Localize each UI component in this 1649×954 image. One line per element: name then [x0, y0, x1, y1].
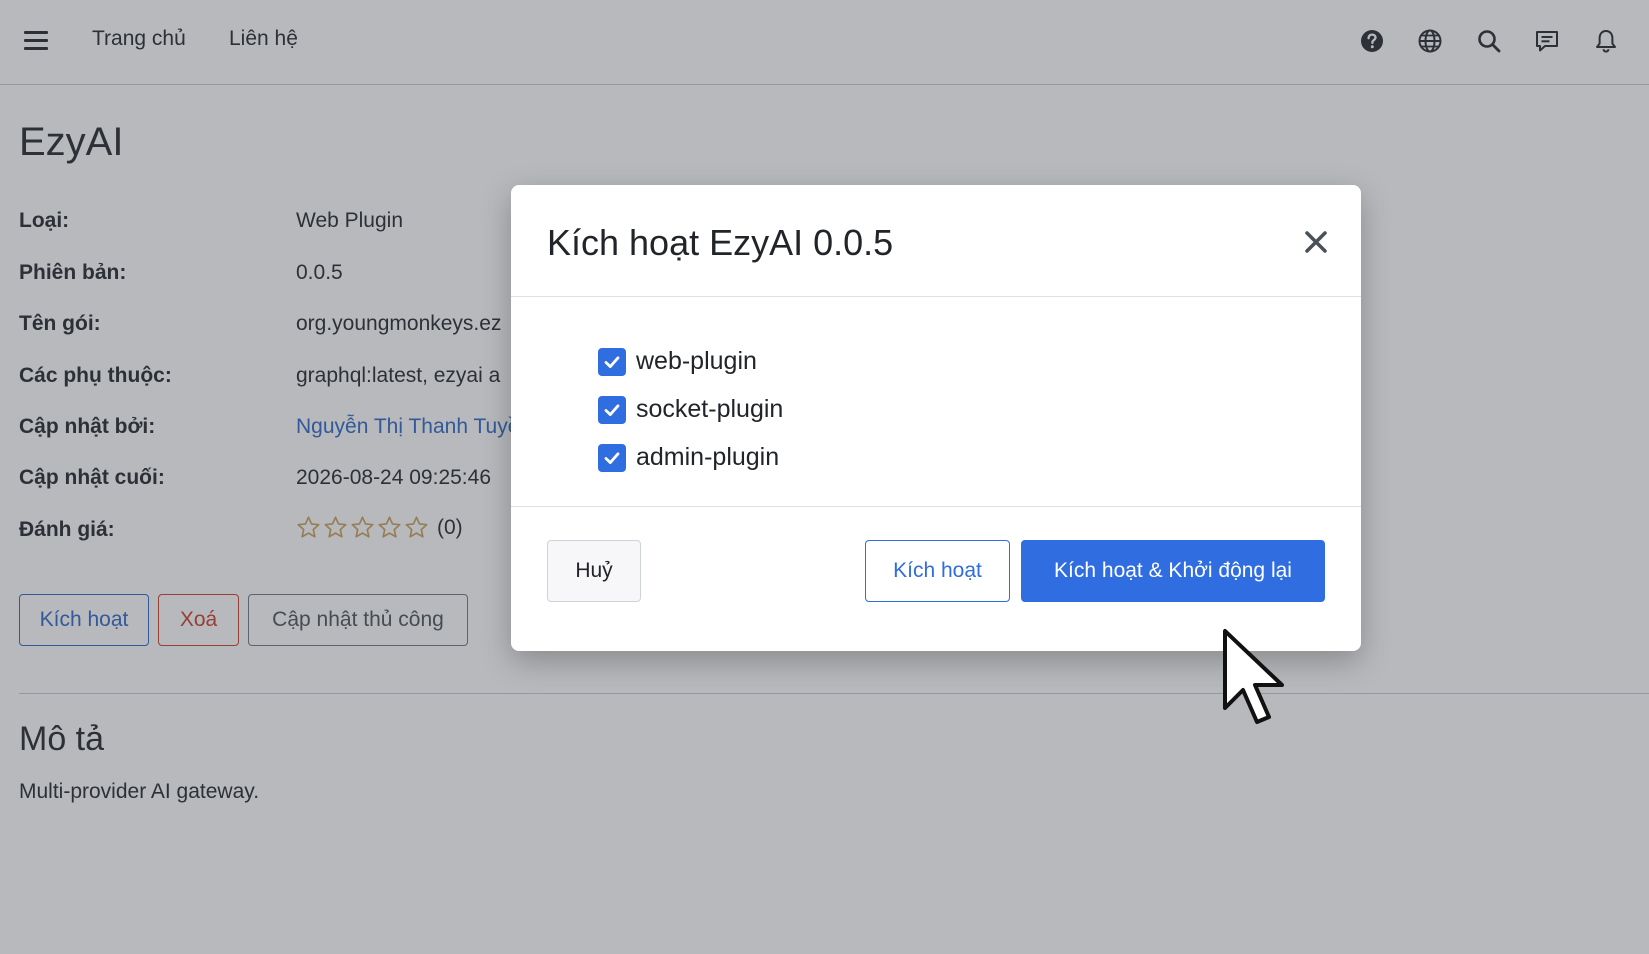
- modal-body: web-plugin socket-plugin admin-plugin: [511, 297, 1361, 507]
- option-admin-plugin[interactable]: admin-plugin: [598, 443, 779, 472]
- activate-restart-button[interactable]: Kích hoạt & Khởi động lại: [1021, 540, 1325, 602]
- checkbox-web-plugin[interactable]: [598, 347, 626, 376]
- mouse-cursor-icon: [1223, 629, 1284, 724]
- modal-header: Kích hoạt EzyAI 0.0.5: [511, 185, 1361, 297]
- checkbox-socket-plugin[interactable]: [598, 395, 626, 424]
- activate-modal: Kích hoạt EzyAI 0.0.5 web-plugin socket-…: [511, 185, 1361, 651]
- close-icon[interactable]: [1301, 227, 1331, 257]
- option-label: admin-plugin: [636, 443, 780, 471]
- modal-title: Kích hoạt EzyAI 0.0.5: [547, 222, 894, 263]
- option-label: web-plugin: [636, 347, 757, 375]
- option-label: socket-plugin: [636, 395, 784, 423]
- option-web-plugin[interactable]: web-plugin: [598, 347, 757, 376]
- modal-activate-button[interactable]: Kích hoạt: [865, 540, 1010, 602]
- option-socket-plugin[interactable]: socket-plugin: [598, 395, 783, 424]
- checkmark-icon: [604, 451, 620, 464]
- cancel-button[interactable]: Huỷ: [547, 540, 641, 602]
- checkmark-icon: [604, 355, 620, 368]
- checkbox-admin-plugin[interactable]: [598, 443, 626, 472]
- checkmark-icon: [604, 403, 620, 416]
